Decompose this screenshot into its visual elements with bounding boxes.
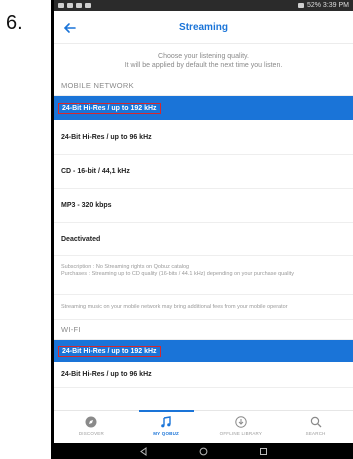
status-bar: 52% 3:39 PM	[54, 0, 353, 11]
subscription-note: Subscription : No Streaming rights on Qo…	[54, 256, 353, 295]
mobile-option-hires-96[interactable]: 24-Bit Hi-Res / up to 96 kHz	[54, 120, 353, 155]
option-label: 24-Bit Hi-Res / up to 192 kHz	[58, 345, 161, 357]
intro-text: Choose your listening quality. It will b…	[54, 44, 353, 76]
system-recents-icon[interactable]	[259, 447, 268, 456]
battery-time-text: 52% 3:39 PM	[306, 2, 349, 9]
download-icon	[235, 416, 247, 428]
music-note-icon	[161, 416, 171, 428]
device-frame: 52% 3:39 PM Streaming Choose your listen…	[51, 0, 353, 459]
system-home-icon[interactable]	[199, 447, 208, 456]
mobile-option-hires-192[interactable]: 24-Bit Hi-Res / up to 192 kHz	[54, 96, 353, 120]
nav-label: SEARCH	[305, 431, 326, 436]
option-label: 24-Bit Hi-Res / up to 96 kHz	[61, 371, 152, 378]
app-bar: Streaming	[54, 11, 353, 44]
option-label: CD - 16-bit / 44,1 kHz	[61, 168, 130, 175]
bottom-navigation: DISCOVER MY QOBUZ OFFLINE LIBRARY SEARCH	[54, 410, 353, 444]
warning-icon	[76, 3, 82, 8]
nav-offline-library[interactable]: OFFLINE LIBRARY	[204, 411, 279, 444]
back-arrow-icon[interactable]	[60, 18, 80, 38]
option-label: 24-Bit Hi-Res / up to 192 kHz	[58, 102, 161, 114]
nav-label: MY QOBUZ	[153, 431, 180, 436]
subscription-line-1: Subscription : No Streaming rights on Qo…	[61, 264, 190, 270]
gallery-icon	[67, 3, 73, 8]
nav-search[interactable]: SEARCH	[278, 411, 353, 444]
status-icons-right: 52% 3:39 PM	[297, 2, 349, 9]
wifi-option-hires-192[interactable]: 24-Bit Hi-Res / up to 192 kHz	[54, 340, 353, 362]
subscription-line-2: Purchases : Streaming up to CD quality (…	[61, 271, 294, 277]
nav-label: DISCOVER	[78, 431, 104, 436]
search-icon	[310, 416, 322, 428]
wifi-icon	[297, 3, 304, 8]
nav-label: OFFLINE LIBRARY	[219, 431, 263, 436]
intro-line-2: It will be applied by default the next t…	[124, 62, 283, 69]
mobile-option-mp3[interactable]: MP3 - 320 kbps	[54, 189, 353, 223]
system-navigation-bar	[54, 443, 353, 459]
fees-note: Streaming music on your mobile network m…	[54, 295, 353, 320]
intro-line-1: Choose your listening quality.	[158, 53, 249, 60]
compass-icon	[85, 416, 97, 428]
wifi-option-hires-96[interactable]: 24-Bit Hi-Res / up to 96 kHz	[54, 362, 353, 388]
mobile-option-cd[interactable]: CD - 16-bit / 44,1 kHz	[54, 155, 353, 189]
status-icons-left	[58, 3, 91, 8]
nav-my-qobuz[interactable]: MY QOBUZ	[129, 410, 204, 444]
option-label: Deactivated	[61, 235, 101, 243]
mobile-option-deactivated[interactable]: Deactivated	[54, 223, 353, 256]
section-header-wifi: WI-FI	[54, 320, 353, 340]
page-title: Streaming	[179, 21, 228, 33]
notification-icon	[58, 3, 64, 8]
system-back-icon[interactable]	[139, 446, 148, 456]
nav-discover[interactable]: DISCOVER	[54, 411, 129, 444]
step-number: 6.	[6, 12, 23, 34]
option-label: 24-Bit Hi-Res / up to 96 kHz	[61, 133, 152, 141]
option-label: MP3 - 320 kbps	[61, 202, 112, 209]
image-icon	[85, 3, 91, 8]
app-screen: 52% 3:39 PM Streaming Choose your listen…	[54, 0, 353, 459]
section-header-mobile: MOBILE NETWORK	[54, 76, 353, 96]
